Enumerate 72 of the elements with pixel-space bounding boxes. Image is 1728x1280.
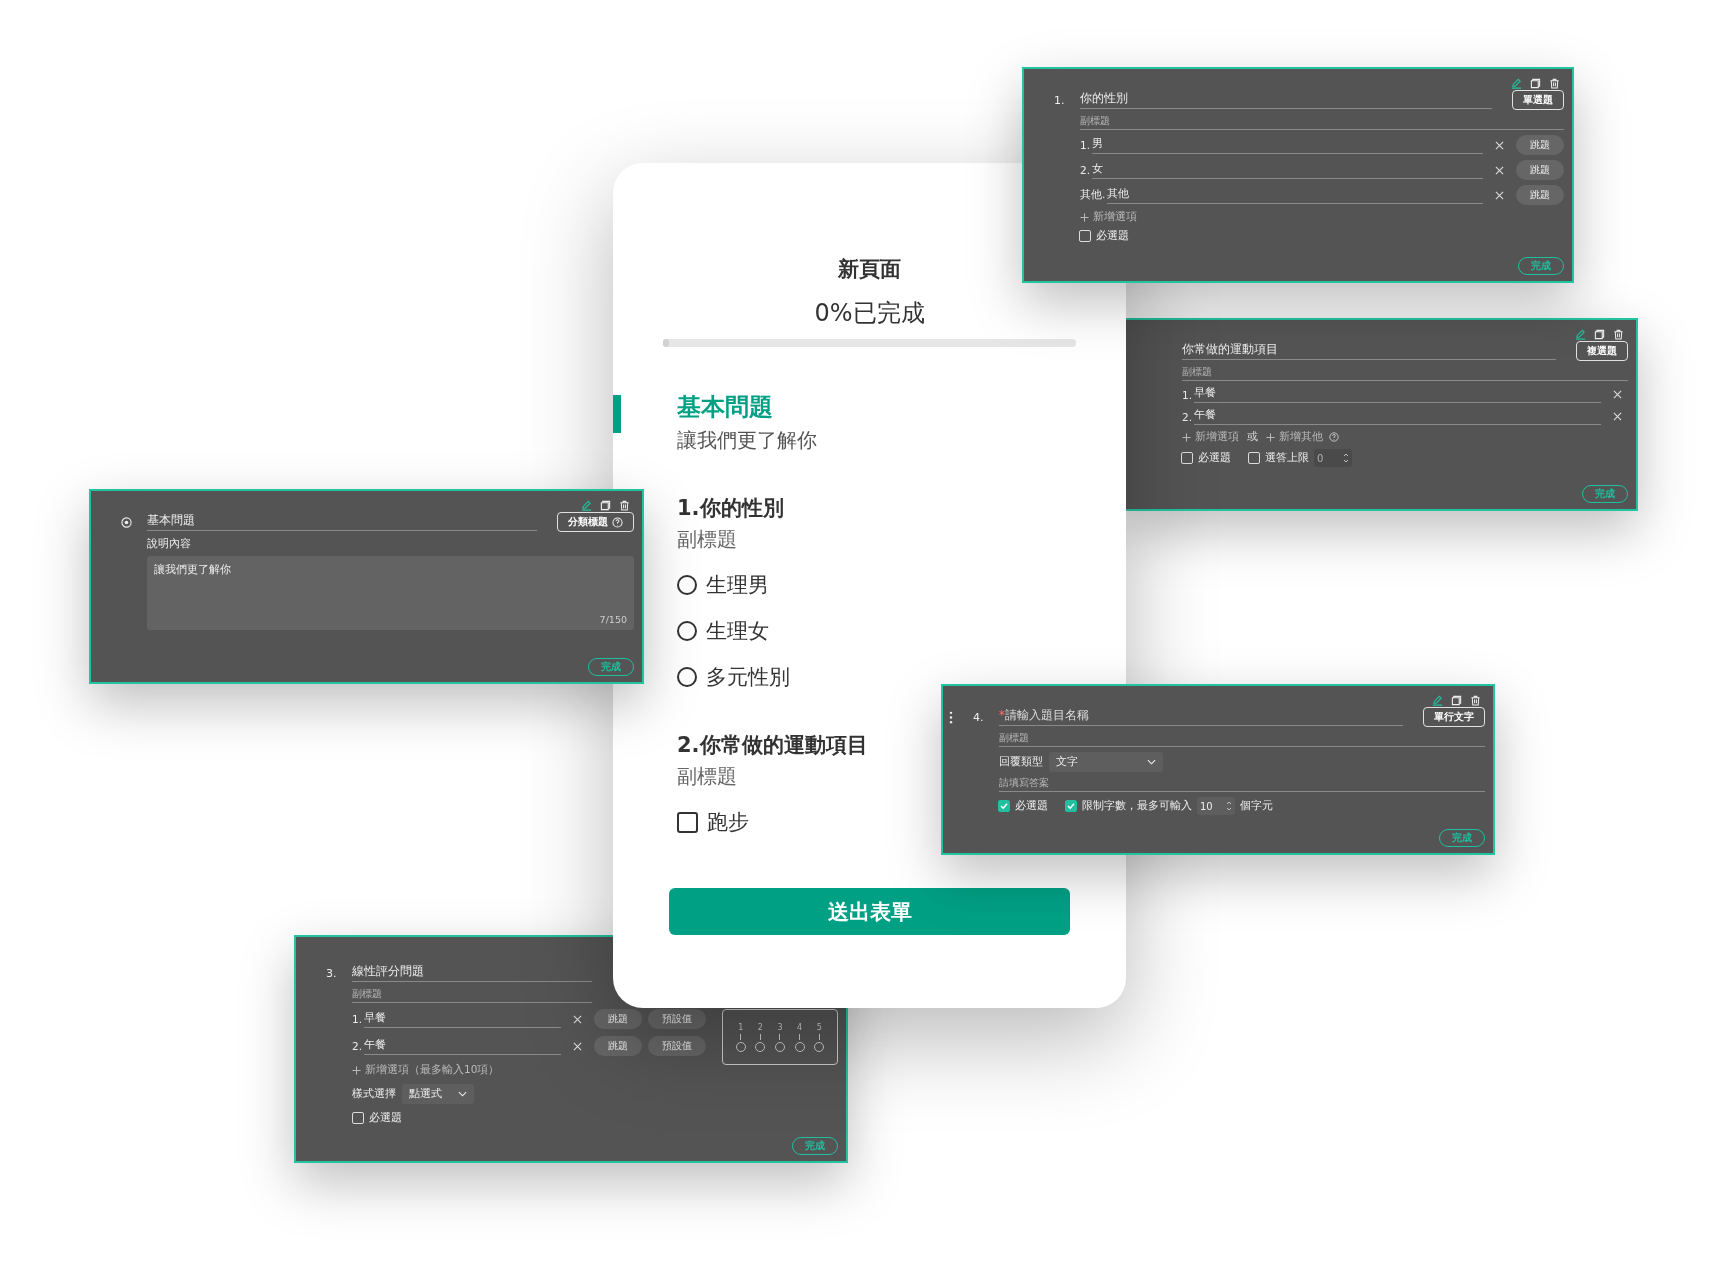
description-textarea[interactable]: 讓我們更了解你 7/150: [147, 556, 634, 630]
option-field[interactable]: 其他: [1107, 186, 1483, 204]
option-label: 跑步: [707, 809, 749, 836]
section-description: 讓我們更了解你: [677, 427, 818, 454]
checkbox-label: 必選題: [1015, 799, 1048, 813]
progress-text: 0%已完成: [814, 298, 925, 329]
style-dropdown[interactable]: 點選式: [402, 1084, 474, 1104]
question-type-button[interactable]: 複選題: [1576, 341, 1628, 361]
question-type-button[interactable]: 單選題: [1512, 90, 1564, 110]
option-label: 生理男: [706, 572, 769, 599]
checkbox-label: 必選題: [1198, 451, 1231, 465]
subtitle-field[interactable]: 副標題: [352, 988, 592, 1003]
or-text: 或: [1247, 430, 1258, 444]
checkbox-label: 必選題: [1096, 229, 1129, 243]
unit-label: 個字元: [1240, 799, 1273, 813]
checkbox-label: 必選題: [369, 1111, 402, 1125]
option-field[interactable]: 早餐: [1194, 386, 1601, 403]
option-field[interactable]: 午餐: [1194, 408, 1601, 425]
number-spinner[interactable]: 0: [1314, 449, 1352, 467]
question-title: 1.你的性別: [677, 495, 784, 522]
option-label: 生理女: [706, 618, 769, 645]
option-number: 2.: [352, 1040, 363, 1052]
option-number: 其他.: [1080, 188, 1106, 202]
option-number: 1.: [1080, 139, 1091, 151]
add-option-link[interactable]: 新增選項（最多輸入10項）: [365, 1063, 500, 1077]
add-option-link[interactable]: 新增選項: [1093, 210, 1137, 224]
checkbox-label: 選答上限: [1265, 451, 1309, 465]
option-number: 2.: [1080, 164, 1091, 176]
question-title-field[interactable]: 基本問題: [147, 513, 537, 531]
question-title-field[interactable]: 你常做的運動項目: [1182, 342, 1556, 360]
jump-button[interactable]: 跳題: [1516, 185, 1564, 205]
answer-field[interactable]: 請填寫答案: [999, 777, 1485, 792]
section-title: 基本問題: [677, 392, 774, 423]
checkbox-label: 限制字數，最多可輸入: [1082, 799, 1192, 813]
jump-button[interactable]: 跳題: [1516, 160, 1564, 180]
jump-button[interactable]: 跳題: [594, 1009, 642, 1029]
option-number: 2.: [1182, 410, 1193, 423]
option-label: 多元性別: [706, 664, 790, 691]
answer-type-label: 回覆類型: [999, 755, 1043, 769]
submit-button[interactable]: 送出表單: [669, 888, 1070, 935]
question-subtitle: 副標題: [677, 526, 737, 553]
subtitle-field[interactable]: 副標題: [999, 732, 1485, 747]
jump-button[interactable]: 跳題: [1516, 135, 1564, 155]
description-label: 說明內容: [147, 537, 191, 551]
question-title-field[interactable]: *請輸入題目名稱: [999, 708, 1403, 726]
question-title-field[interactable]: 線性評分問題: [352, 964, 592, 982]
question-subtitle: 副標題: [677, 763, 737, 790]
question-number: 4.: [973, 710, 985, 724]
add-other-link[interactable]: 新增其他: [1279, 430, 1323, 444]
question-number: 1.: [1054, 93, 1066, 107]
option-field[interactable]: 女: [1092, 161, 1483, 179]
answer-type-dropdown[interactable]: 文字: [1049, 752, 1163, 772]
option-field[interactable]: 早餐: [364, 1010, 561, 1028]
question-number: 3.: [326, 966, 338, 980]
option-number: 1.: [1182, 388, 1193, 401]
subtitle-field[interactable]: 副標題: [1080, 115, 1564, 130]
question-type-button[interactable]: 單行文字: [1423, 707, 1485, 727]
question-title: 2.你常做的運動項目: [677, 732, 868, 759]
page-title: 新頁面: [838, 256, 901, 283]
subtitle-field[interactable]: 副標題: [1182, 366, 1628, 381]
style-label: 樣式選擇: [352, 1087, 396, 1101]
jump-button[interactable]: 跳題: [594, 1036, 642, 1056]
scale-preview: 1 2 3 4 5: [722, 1009, 838, 1065]
default-value-button[interactable]: 預設值: [648, 1009, 706, 1029]
option-number: 1.: [352, 1013, 363, 1025]
add-option-link[interactable]: 新增選項: [1195, 430, 1239, 444]
default-value-button[interactable]: 預設值: [648, 1036, 706, 1056]
option-field[interactable]: 男: [1092, 136, 1483, 154]
question-title-field[interactable]: 你的性別: [1080, 91, 1492, 109]
number-spinner[interactable]: 10: [1197, 797, 1235, 815]
question-type-button[interactable]: 分類標題: [557, 512, 634, 532]
option-field[interactable]: 午餐: [364, 1037, 561, 1055]
